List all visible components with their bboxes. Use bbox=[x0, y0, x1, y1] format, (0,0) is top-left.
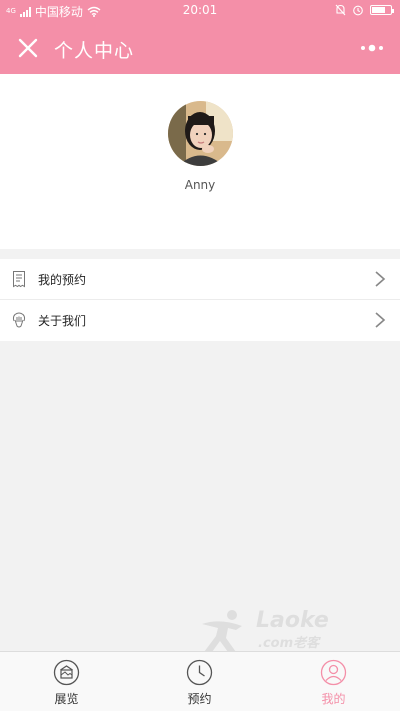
tab-appointment[interactable]: 预约 bbox=[133, 652, 266, 711]
menu-item-label: 我的预约 bbox=[38, 273, 87, 287]
watermark-figure-icon bbox=[202, 610, 242, 652]
tab-exhibition[interactable]: 展览 bbox=[0, 652, 133, 711]
close-button[interactable] bbox=[14, 34, 42, 62]
tab-mine[interactable]: 我的 bbox=[267, 652, 400, 711]
watermark-line1: Laoke bbox=[256, 608, 329, 633]
chevron-right-icon bbox=[375, 271, 386, 287]
tab-label: 我的 bbox=[321, 692, 346, 706]
user-icon bbox=[320, 659, 347, 686]
username: Anny bbox=[184, 178, 216, 192]
avatar[interactable] bbox=[168, 101, 233, 166]
tab-label: 预约 bbox=[187, 692, 212, 706]
page-title: 个人中心 bbox=[54, 40, 135, 62]
status-right bbox=[335, 4, 394, 16]
menu-list: 我的预约 关于我们 bbox=[0, 259, 400, 341]
chevron-right-icon bbox=[375, 312, 386, 328]
receipt-icon bbox=[13, 271, 25, 288]
avatar-photo-icon bbox=[168, 101, 233, 166]
info-hand-icon bbox=[12, 312, 26, 328]
battery-fill bbox=[372, 7, 385, 13]
clock-icon bbox=[186, 659, 213, 686]
exhibition-icon bbox=[53, 659, 80, 686]
watermark-line2: .com老客 bbox=[258, 636, 320, 651]
tab-bar: 展览 预约 我的 bbox=[0, 651, 400, 711]
alarm-icon bbox=[353, 5, 363, 16]
status-bar: 4G 中国移动 20:01 bbox=[0, 0, 400, 22]
more-button[interactable] bbox=[358, 34, 386, 62]
profile-card: Anny bbox=[0, 74, 400, 249]
title-bar: 个人中心 bbox=[0, 22, 400, 74]
menu-item-about-us[interactable]: 关于我们 bbox=[0, 300, 400, 341]
battery-icon bbox=[370, 5, 394, 15]
watermark: Laoke .com老客 bbox=[196, 608, 356, 654]
tab-label: 展览 bbox=[54, 692, 79, 706]
menu-item-my-appointments[interactable]: 我的预约 bbox=[0, 259, 400, 300]
more-dots-icon bbox=[361, 44, 383, 52]
close-icon bbox=[18, 38, 38, 58]
menu-item-label: 关于我们 bbox=[38, 314, 87, 328]
mute-bell-icon bbox=[335, 4, 346, 16]
